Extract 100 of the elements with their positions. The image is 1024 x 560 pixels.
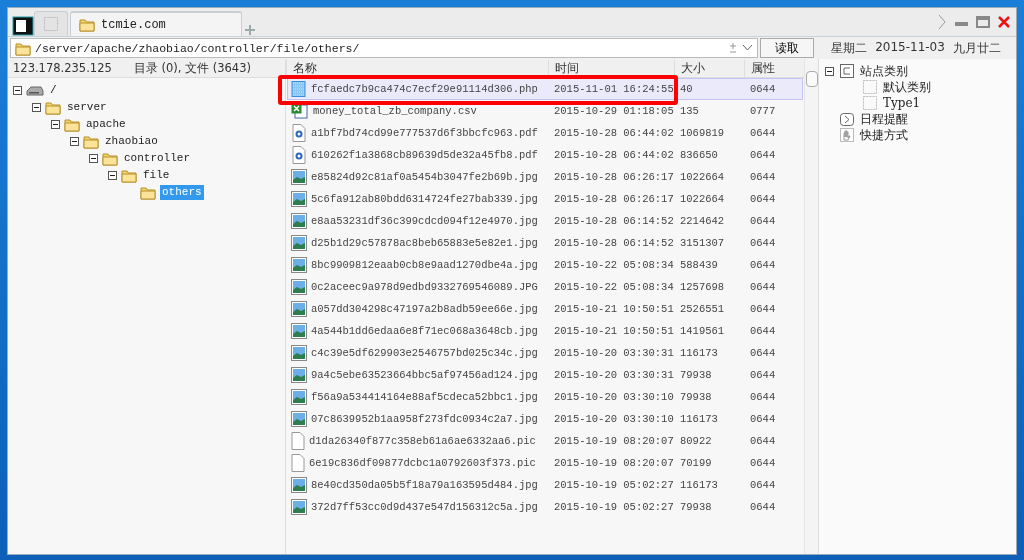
folder-label[interactable]: file xyxy=(141,168,172,183)
address-bar[interactable]: /server/apache/zhaobiao/controller/file/others/ xyxy=(10,38,758,58)
folder-icon xyxy=(121,168,137,183)
file-permissions: 0644 xyxy=(749,325,777,337)
column-header[interactable]: 时间 xyxy=(548,59,674,77)
file-name: 9a4c5ebe63523664bbc5af97456ad124.jpg xyxy=(311,369,538,381)
scrollbar[interactable] xyxy=(804,59,818,554)
file-row[interactable]: f56a9a534414164e88af5cdeca52bbc1.jpg 2015-10-20 03:30:10 79938 0644 xyxy=(287,386,803,408)
browser-tab[interactable]: tcmie.com xyxy=(70,11,242,36)
file-row[interactable]: 0c2aceec9a978d9edbd9332769546089.JPG 2015-10-22 05:08:34 1257698 0644 xyxy=(287,276,803,298)
path-field[interactable]: /server/apache/zhaobiao/controller/file/others/ xyxy=(35,41,724,55)
file-row[interactable]: a057dd304298c47197a2b8adb59ee66e.jpg 2015-10-21 10:50:51 2526551 0644 xyxy=(287,298,803,320)
file-name: 8e40cd350da05b5f18a79a163595d484.jpg xyxy=(311,479,538,491)
modified-time: 2015-10-22 05:08:34 xyxy=(553,281,675,293)
expand-toggle[interactable] xyxy=(32,103,41,112)
file-name: fcfaedc7b9ca474c7ecf29e91114d306.php xyxy=(311,83,538,95)
file-name: 610262f1a3868cb89639d5de32a45fb8.pdf xyxy=(311,149,538,161)
file-size: 116173 xyxy=(679,347,719,359)
blank-page-icon xyxy=(43,16,59,32)
file-size: 3151307 xyxy=(679,237,726,249)
modified-time: 2015-10-20 03:30:10 xyxy=(553,413,675,425)
column-header[interactable]: 大小 xyxy=(674,59,744,77)
chevron-right-icon[interactable] xyxy=(937,14,947,30)
folder-label[interactable]: apache xyxy=(84,117,128,132)
file-permissions: 0644 xyxy=(749,281,777,293)
file-row[interactable]: e85824d92c81af0a5454b3047fe2b69b.jpg 2015-10-28 06:26:17 1022664 0644 xyxy=(287,166,803,188)
file-size: 1419561 xyxy=(679,325,726,337)
file-row[interactable]: 5c6fa912ab80bdd6314724fe27bab339.jpg 2015-10-28 06:26:17 1022664 0644 xyxy=(287,188,803,210)
image-file-icon xyxy=(291,367,307,383)
modified-time: 2015-10-19 05:02:27 xyxy=(553,479,675,491)
modified-time: 2015-10-19 05:02:27 xyxy=(553,501,675,513)
file-size: 1069819 xyxy=(679,127,726,139)
scroll-thumb[interactable] xyxy=(806,71,818,87)
file-size: 40 xyxy=(679,83,694,95)
sidebar-item[interactable]: 站点类别 xyxy=(860,62,908,80)
expand-toggle[interactable] xyxy=(70,137,79,146)
close-icon[interactable] xyxy=(998,16,1010,28)
column-header[interactable]: 名称 xyxy=(286,59,548,77)
panel-toggle-icon[interactable] xyxy=(12,16,34,36)
file-permissions: 0644 xyxy=(749,413,777,425)
file-permissions: 0644 xyxy=(749,369,777,381)
folder-label[interactable]: server xyxy=(65,100,109,115)
file-row[interactable]: 8e40cd350da05b5f18a79a163595d484.jpg 2015-10-19 05:02:27 116173 0644 xyxy=(287,474,803,496)
expand-toggle[interactable] xyxy=(108,171,117,180)
hand-icon xyxy=(840,128,854,142)
document-icon xyxy=(291,124,307,142)
image-file-icon xyxy=(291,411,307,427)
expand-toggle[interactable] xyxy=(89,154,98,163)
expand-toggle[interactable] xyxy=(13,86,22,95)
file-row[interactable]: 610262f1a3868cb89639d5de32a45fb8.pdf 2015-10-28 06:44:02 836650 0644 xyxy=(287,144,803,166)
file-size: 70199 xyxy=(679,457,713,469)
file-row[interactable]: 8bc9909812eaab0cb8e9aad1270dbe4a.jpg 2015-10-22 05:08:34 588439 0644 xyxy=(287,254,803,276)
file-row[interactable]: 9a4c5ebe63523664bbc5af97456ad124.jpg 2015-10-20 03:30:31 79938 0644 xyxy=(287,364,803,386)
file-row[interactable]: d1da26340f877c358eb61a6ae6332aa6.pic 2015-10-19 08:20:07 80922 0644 xyxy=(287,430,803,452)
read-button[interactable]: 读取 xyxy=(760,38,814,58)
file-row[interactable]: 07c8639952b1aa958f273fdc0934c2a7.jpg 2015-10-20 03:30:10 116173 0644 xyxy=(287,408,803,430)
folder-label[interactable]: controller xyxy=(122,151,192,166)
file-size: 116173 xyxy=(679,413,719,425)
file-size: 836650 xyxy=(679,149,719,161)
sidebar-item[interactable]: 日程提醒 xyxy=(860,110,908,128)
file-row[interactable]: a1bf7bd74cd99e777537d6f3bbcfc963.pdf 2015-10-28 06:44:02 1069819 0644 xyxy=(287,122,803,144)
folder-icon xyxy=(45,100,61,115)
maximize-icon[interactable] xyxy=(976,16,990,28)
modified-time: 2015-10-21 10:50:51 xyxy=(553,303,675,315)
file-row[interactable]: 4a544b1dd6edaa6e8f71ec068a3648cb.jpg 2015-10-21 10:50:51 1419561 0644 xyxy=(287,320,803,342)
file-name: 372d7ff53cc0d9d437e547d156312c5a.jpg xyxy=(311,501,538,513)
sidebar-item[interactable]: 快捷方式 xyxy=(860,126,908,144)
dropdown-icon[interactable] xyxy=(742,44,753,52)
file-name: d25b1d29c57878ac8beb65883e5e82e1.jpg xyxy=(311,237,538,249)
file-row[interactable]: c4c39e5df629903e2546757bd025c34c.jpg 2015-10-20 03:30:31 116173 0644 xyxy=(287,342,803,364)
file-permissions: 0644 xyxy=(749,83,777,95)
file-permissions: 0644 xyxy=(749,303,777,315)
file-size: 80922 xyxy=(679,435,713,447)
file-permissions: 0644 xyxy=(749,237,777,249)
file-row[interactable]: 372d7ff53cc0d9d437e547d156312c5a.jpg 2015-10-19 05:02:27 79938 0644 xyxy=(287,496,803,518)
file-permissions: 0644 xyxy=(749,215,777,227)
file-row[interactable]: d25b1d29c57878ac8beb65883e5e82e1.jpg 2015-10-28 06:14:52 3151307 0644 xyxy=(287,232,803,254)
folder-icon xyxy=(79,17,95,32)
image-file-icon xyxy=(291,499,307,515)
column-header[interactable]: 属性 xyxy=(744,59,802,77)
expand-toggle[interactable] xyxy=(825,66,834,76)
expand-toggle[interactable] xyxy=(51,120,60,129)
file-size: 1022664 xyxy=(679,193,726,205)
file-row[interactable]: fcfaedc7b9ca474c7ecf29e91114d306.php 2015-11-01 16:24:55 40 0644 xyxy=(287,78,803,100)
image-file-icon xyxy=(291,389,307,405)
lunar-date-label: 九月廿二 xyxy=(952,39,1001,57)
modified-time: 2015-10-29 01:18:05 xyxy=(553,105,675,117)
folder-label[interactable]: / xyxy=(48,83,59,98)
image-file-icon xyxy=(291,279,307,295)
image-file-icon xyxy=(291,301,307,317)
file-name: 4a544b1dd6edaa6e8f71ec068a3648cb.jpg xyxy=(311,325,538,337)
folder-label[interactable]: zhaobiao xyxy=(103,134,160,149)
file-row[interactable]: e8aa53231df36c399cdcd094f12e4970.jpg 2015-10-28 06:14:52 2214642 0644 xyxy=(287,210,803,232)
date-label: 2015-11-03 xyxy=(875,39,945,56)
modified-time: 2015-10-28 06:44:02 xyxy=(553,127,675,139)
sidebar-item[interactable]: Type1 xyxy=(883,96,921,110)
file-row[interactable]: money_total_zb_company.csv 2015-10-29 01:18:05 135 0777 xyxy=(287,100,803,122)
sidebar-item[interactable]: 默认类别 xyxy=(883,78,931,96)
file-row[interactable]: 6e19c836df09877dcbc1a0792603f373.pic 2015-10-19 08:20:07 70199 0644 xyxy=(287,452,803,474)
file-name: money_total_zb_company.csv xyxy=(313,105,477,117)
